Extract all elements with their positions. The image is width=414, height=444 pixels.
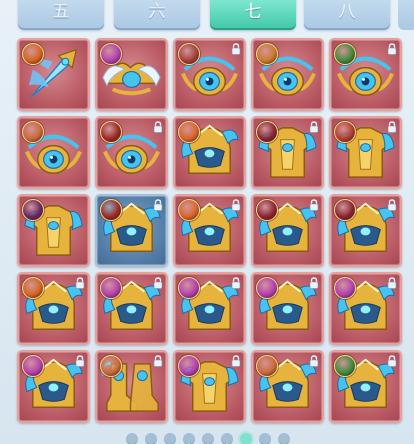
paw-rune-icon [178,199,200,221]
flame-rune-icon [22,43,44,65]
equipment-slot[interactable] [173,272,246,345]
page-dot[interactable] [221,433,233,444]
wing-rune-icon [334,43,356,65]
equipment-slot[interactable] [329,194,402,267]
page-tabs: 五 六 七 八 [0,0,414,32]
equipment-slot[interactable] [17,38,90,111]
page-dot[interactable] [278,433,290,444]
page-dot[interactable] [126,433,138,444]
tab-overflow-edge [398,0,414,30]
lock-icon [387,43,397,55]
tab-6[interactable]: 六 [114,0,200,30]
figure-rune-icon [22,121,44,143]
warrior-rune-icon [100,355,122,377]
beast-rune-icon [100,199,122,221]
sun-rune-icon [22,277,44,299]
equipment-slot[interactable] [95,194,168,267]
page-dot[interactable] [164,433,176,444]
tab-5[interactable]: 五 [18,0,104,30]
equipment-panel: 五 六 七 八 [0,0,414,444]
tab-8[interactable]: 八 [304,0,390,30]
lock-icon [231,43,241,55]
ornate-rune-icon [256,277,278,299]
ornate-rune-icon [100,43,122,65]
equipment-slot[interactable] [329,116,402,189]
ornate-rune-icon [178,277,200,299]
ornate-rune-icon [178,355,200,377]
figure-rune-icon [256,355,278,377]
page-dot[interactable] [240,433,252,444]
equipment-slot[interactable] [17,194,90,267]
lock-icon [75,277,85,289]
lock-icon [309,355,319,367]
lock-icon [153,121,163,133]
lock-icon [387,277,397,289]
equipment-slot[interactable] [95,116,168,189]
page-dot[interactable] [259,433,271,444]
ornate-rune-icon [100,277,122,299]
equipment-slot[interactable] [329,350,402,423]
equipment-slot[interactable] [251,194,324,267]
page-dot[interactable] [202,433,214,444]
lock-icon [387,199,397,211]
lock-icon [309,199,319,211]
equipment-grid [17,38,402,423]
figure-rune-icon [334,121,356,143]
lock-icon [309,121,319,133]
dark-rune-icon [22,199,44,221]
equipment-slot[interactable] [329,272,402,345]
lock-icon [75,355,85,367]
swirl-rune-icon [178,121,200,143]
lock-icon [153,355,163,367]
ornate-rune-icon [334,277,356,299]
equipment-slot[interactable] [251,116,324,189]
sword-rune-icon [256,121,278,143]
equipment-slot[interactable] [173,194,246,267]
wing-rune-icon [334,355,356,377]
lock-icon [309,277,319,289]
equipment-slot[interactable] [173,38,246,111]
equipment-slot[interactable] [17,116,90,189]
page-dot[interactable] [145,433,157,444]
lock-icon [231,355,241,367]
beast-rune-icon [100,121,122,143]
wolf-rune-icon [256,199,278,221]
equipment-slot[interactable] [173,350,246,423]
equipment-slot[interactable] [17,272,90,345]
equipment-slot[interactable] [95,38,168,111]
lock-icon [387,121,397,133]
equipment-slot[interactable] [329,38,402,111]
equipment-slot[interactable] [251,272,324,345]
lock-icon [153,199,163,211]
tab-7[interactable]: 七 [210,0,296,30]
lock-icon [231,199,241,211]
equipment-slot[interactable] [95,350,168,423]
page-indicator [0,431,414,444]
equipment-slot[interactable] [251,38,324,111]
page-dot[interactable] [183,433,195,444]
orb-rune-icon [178,43,200,65]
equipment-slot[interactable] [17,350,90,423]
lock-icon [231,277,241,289]
lock-icon [387,355,397,367]
spiral-rune-icon [256,43,278,65]
ornate-rune-icon [22,355,44,377]
equipment-slot[interactable] [173,116,246,189]
moon-rune-icon [334,199,356,221]
lock-icon [153,277,163,289]
equipment-slot[interactable] [95,272,168,345]
equipment-slot[interactable] [251,350,324,423]
